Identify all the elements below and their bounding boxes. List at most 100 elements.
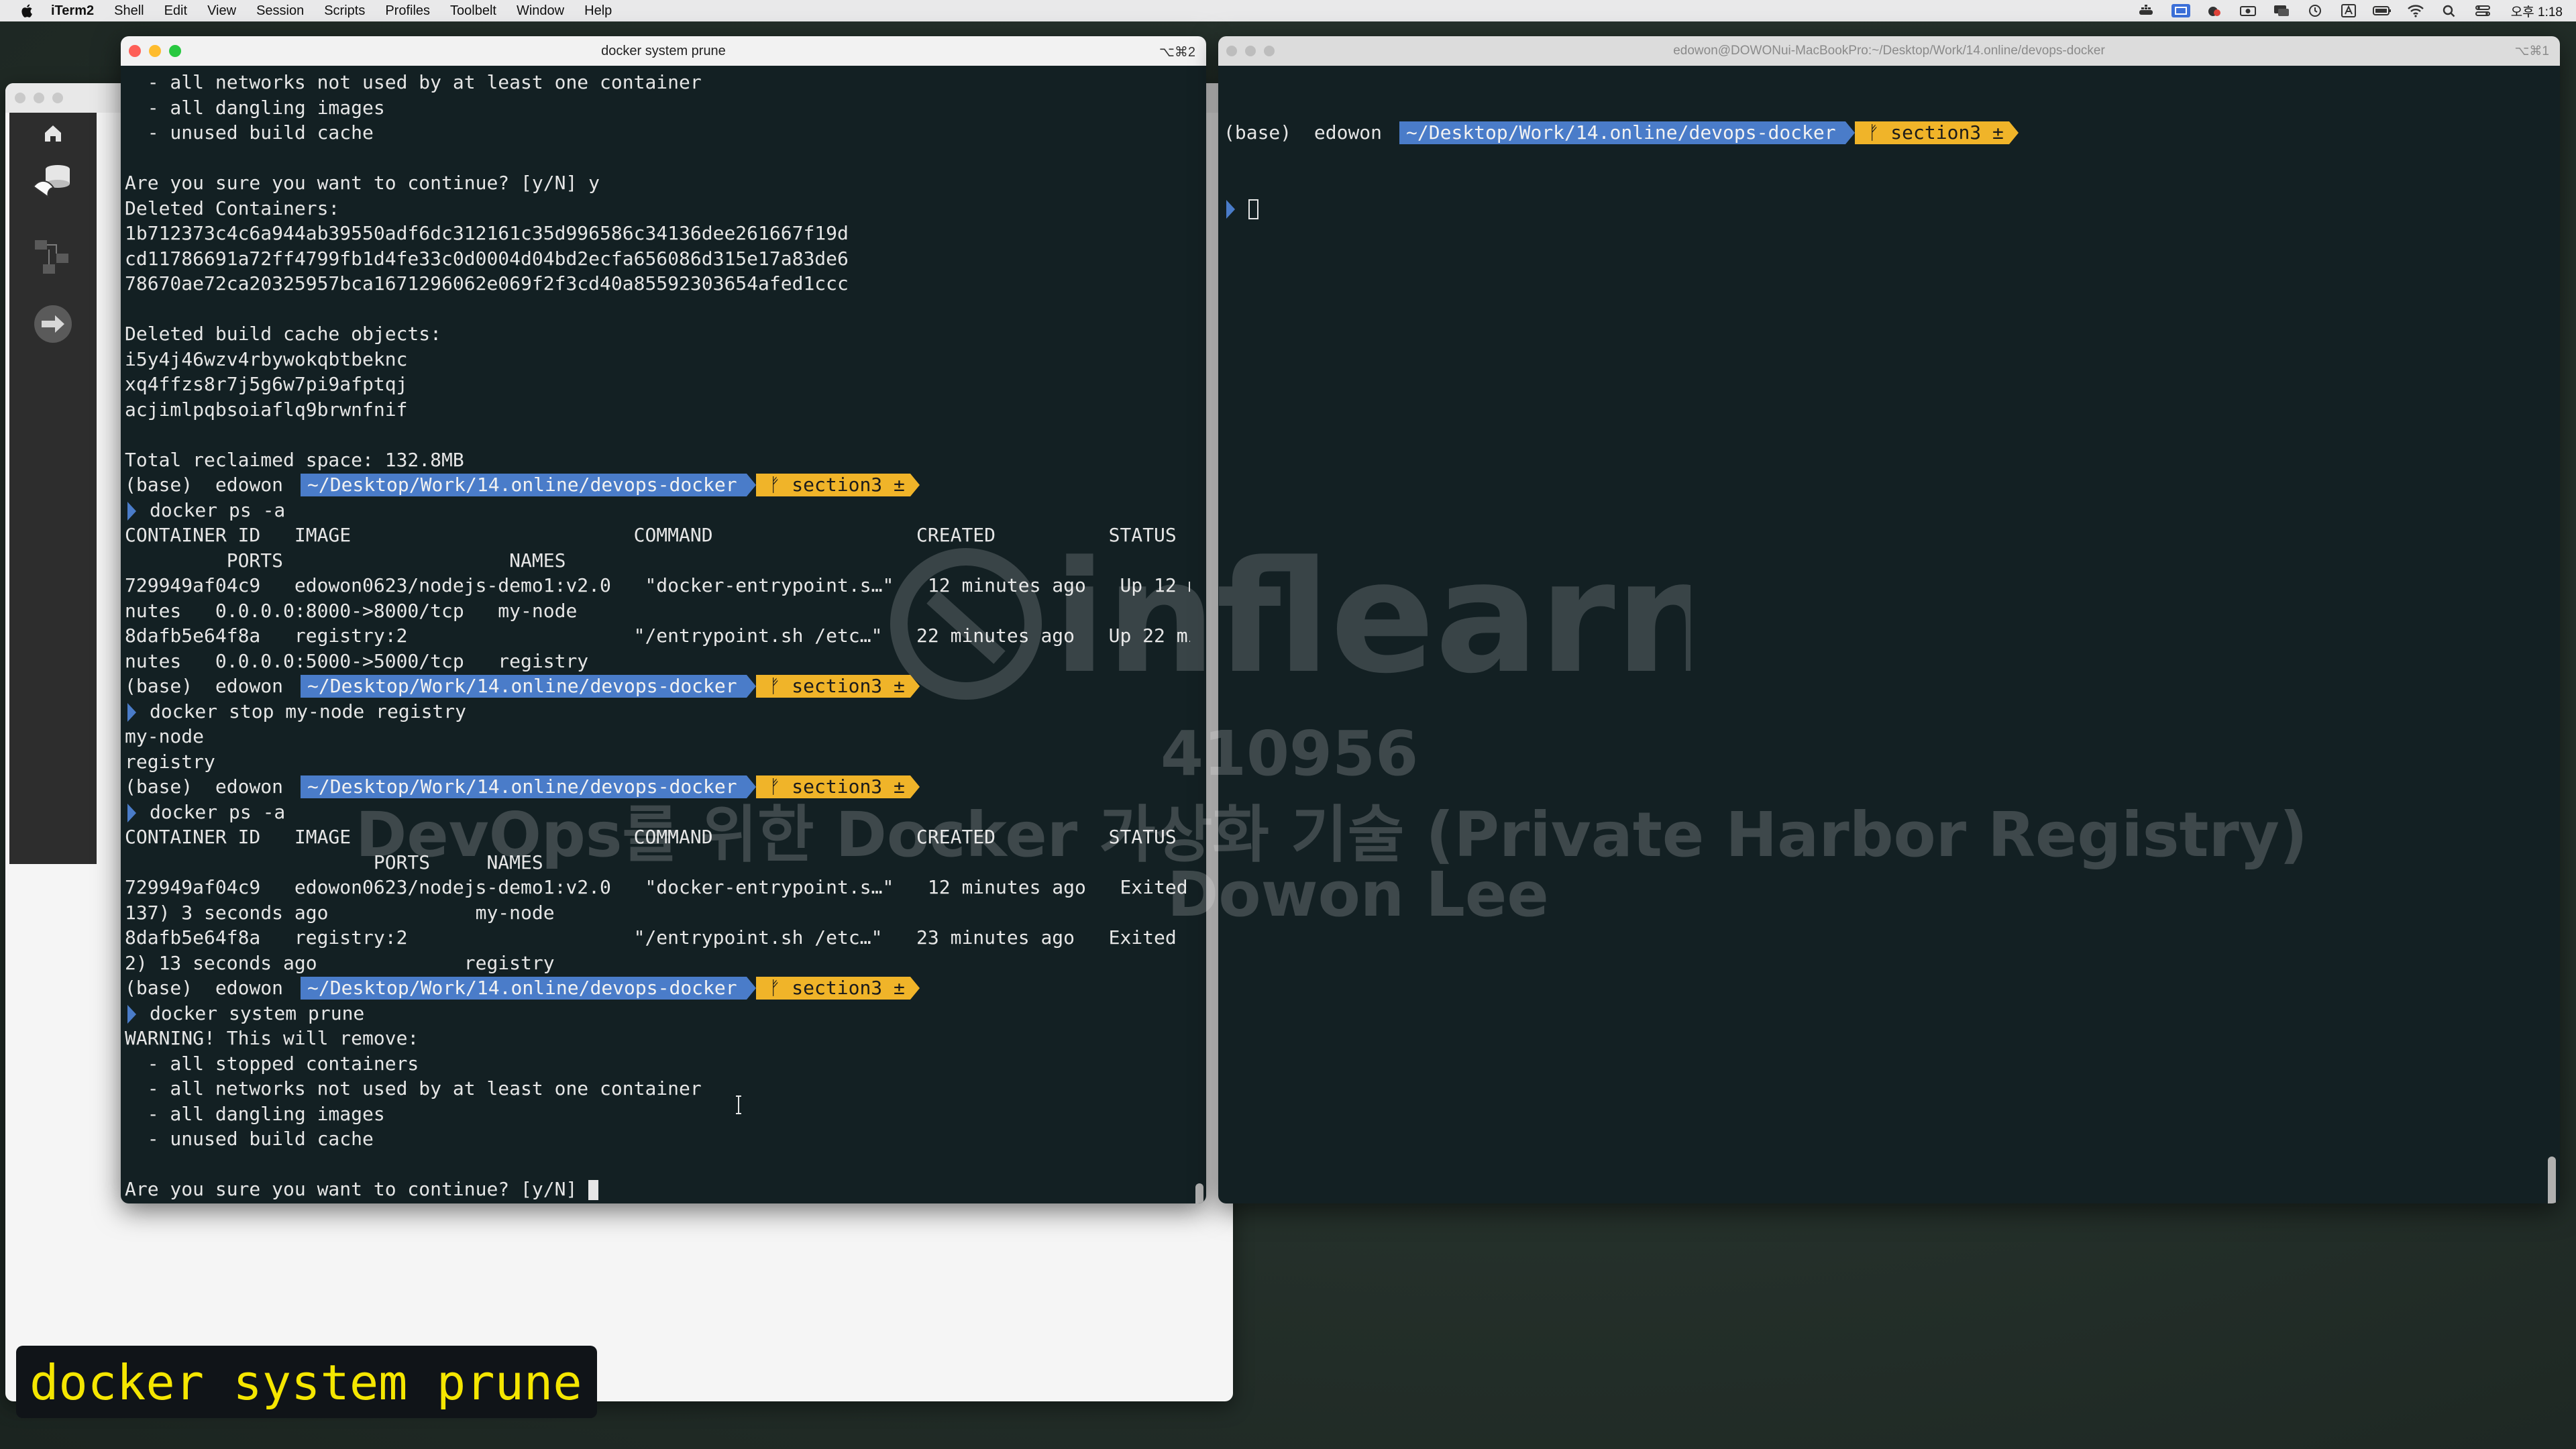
battery-icon[interactable] — [2372, 4, 2392, 17]
camera-icon[interactable] — [2239, 4, 2257, 17]
prompt-path: ~/Desktop/Work/14.online/devops-docker — [301, 473, 747, 496]
background-sidebar — [9, 113, 97, 864]
close-icon[interactable] — [15, 93, 25, 103]
menu-help[interactable]: Help — [584, 3, 612, 19]
prompt-separator — [291, 775, 301, 798]
output-line: 8dafb5e64f8a registry:2 "/entrypoint.sh … — [125, 926, 1190, 949]
command-text: docker stop my-node registry — [150, 700, 467, 722]
prompt-separator — [746, 976, 756, 1000]
output-line: Are you sure you want to continue? [y/N]… — [125, 172, 600, 194]
menu-scripts[interactable]: Scripts — [324, 3, 365, 19]
status-tray: 오후 1:18 — [2138, 0, 2563, 21]
prompt-separator — [2008, 121, 2019, 144]
prompt-separator — [746, 674, 756, 698]
input-source-icon[interactable] — [2339, 4, 2358, 17]
database-dolphin-icon[interactable] — [30, 160, 76, 207]
git-branch-icon: ᚠ — [769, 674, 781, 697]
home-icon[interactable] — [40, 119, 66, 146]
wifi-icon[interactable] — [2406, 4, 2425, 17]
text-cursor-icon — [736, 1095, 741, 1114]
prompt-separator — [291, 473, 301, 496]
output-line: 1b712373c4c6a944ab39550adf6dc312161c35d9… — [125, 222, 849, 244]
zoom-icon[interactable] — [169, 45, 181, 57]
prompt-env-user: (base) edowon — [125, 977, 284, 999]
output-line: 78670ae72ca20325957bca1671296062e069f2f3… — [125, 272, 849, 294]
output-line: xq4ffzs8r7j5g6w7pi9afptqj — [125, 373, 408, 395]
output-line: Total reclaimed space: 132.8MB — [125, 448, 464, 471]
output-line: - all networks not used by at least one … — [125, 1077, 702, 1099]
apple-icon[interactable] — [20, 3, 35, 19]
prompt-path: ~/Desktop/Work/14.online/devops-docker — [301, 674, 747, 698]
menu-session[interactable]: Session — [256, 3, 304, 19]
prompt-separator — [910, 976, 920, 1000]
menu-bar: iTerm2 Shell Edit View Session Scripts P… — [0, 0, 2576, 21]
menu-app-name[interactable]: iTerm2 — [51, 3, 94, 19]
git-branch-icon: ᚠ — [1868, 121, 1880, 144]
terminal-title-secondary: edowon@DOWONui-MacBookPro:~/Desktop/Work… — [1673, 44, 2105, 58]
svg-text:inflearn: inflearn — [1053, 537, 1690, 708]
messages-icon[interactable] — [2272, 4, 2291, 17]
command-text: docker ps -a — [150, 498, 286, 521]
command-line[interactable] — [1224, 196, 2544, 221]
scrollbar[interactable] — [1195, 1183, 1203, 1203]
shell-prompt: (base) edowon ~/Desktop/Work/14.online/d… — [1224, 120, 2544, 146]
prompt-path: ~/Desktop/Work/14.online/devops-docker — [301, 976, 747, 1000]
menubar-clock[interactable]: 오후 1:18 — [2511, 2, 2563, 20]
prompt-branch: ᚠ section3 ± — [755, 976, 910, 1000]
prompt-branch: ᚠ section3 ± — [755, 775, 910, 798]
migration-icon[interactable] — [30, 301, 76, 347]
output-line: my-node — [125, 725, 205, 747]
output-line: cd11786691a72ff4799fb1d4fe33c0d0004d04bd… — [125, 247, 849, 270]
output-line: PORTS NAMES — [125, 851, 543, 873]
prompt-separator — [746, 473, 756, 496]
zoom-icon[interactable] — [52, 93, 63, 103]
menu-toolbelt[interactable]: Toolbelt — [450, 3, 496, 19]
command-text: docker system prune — [150, 1002, 365, 1024]
menu-edit[interactable]: Edit — [164, 3, 187, 19]
docker-icon[interactable] — [2138, 4, 2157, 17]
minimize-icon[interactable] — [1245, 46, 1256, 56]
model-icon[interactable] — [30, 233, 76, 280]
git-branch-icon: ᚠ — [769, 775, 781, 798]
close-icon[interactable] — [129, 45, 141, 57]
output-line: CONTAINER ID IMAGE COMMAND CREATED STATU… — [125, 826, 1177, 848]
terminal-titlebar-secondary[interactable]: edowon@DOWONui-MacBookPro:~/Desktop/Work… — [1218, 36, 2560, 66]
command-line: docker system prune — [125, 1001, 1190, 1026]
menu-shell[interactable]: Shell — [114, 3, 144, 19]
output-line: 729949af04c9 edowon0623/nodejs-demo1:v2.… — [125, 876, 1190, 898]
control-center-icon[interactable] — [2473, 4, 2492, 17]
command-line: docker ps -a — [125, 800, 1190, 825]
menu-view[interactable]: View — [207, 3, 236, 19]
zoom-icon[interactable] — [1264, 46, 1275, 56]
command-line: docker ps -a — [125, 498, 1190, 523]
window-shortcut-secondary: ⌥⌘1 — [2514, 44, 2549, 58]
prompt-branch: ᚠ section3 ± — [755, 473, 910, 496]
cloud-icon[interactable] — [2205, 4, 2224, 17]
prompt-arrow-icon — [127, 1004, 136, 1024]
output-line: - unused build cache — [125, 121, 374, 144]
window-shortcut: ⌥⌘2 — [1159, 45, 1195, 60]
prompt-separator — [910, 473, 920, 496]
prompt-separator — [1845, 121, 1855, 144]
terminal-titlebar[interactable]: docker system prune ⌥⌘2 — [121, 36, 1206, 66]
output-line: WARNING! This will remove: — [125, 1027, 419, 1049]
confirm-input-line[interactable]: Are you sure you want to continue? [y/N] — [125, 1177, 1190, 1202]
close-icon[interactable] — [1226, 46, 1237, 56]
prompt-arrow-icon — [127, 501, 136, 521]
prompt-separator — [746, 775, 756, 798]
screen-share-icon[interactable] — [2171, 4, 2190, 17]
prompt-branch: ᚠ section3 ± — [1854, 121, 2009, 144]
minimize-icon[interactable] — [149, 45, 161, 57]
scrollbar[interactable] — [2548, 1157, 2556, 1203]
menu-profiles[interactable]: Profiles — [385, 3, 430, 19]
minimize-icon[interactable] — [34, 93, 44, 103]
clock-icon[interactable] — [2306, 4, 2324, 17]
prompt-env-user: (base) edowon — [125, 675, 284, 697]
search-icon[interactable] — [2440, 4, 2459, 17]
prompt-env-user: (base) edowon — [1224, 121, 1383, 144]
menu-window[interactable]: Window — [517, 3, 564, 19]
output-line: Deleted build cache objects: — [125, 323, 442, 345]
